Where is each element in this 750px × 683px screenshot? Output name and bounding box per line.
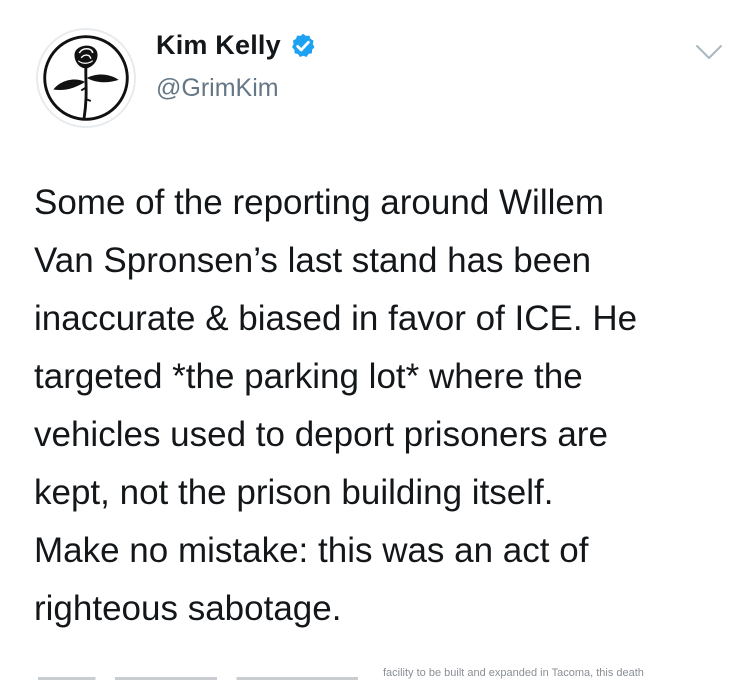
tweet-text-line: inaccurate & biased in favor of ICE. He xyxy=(34,299,638,338)
link-card-preview[interactable]: facility to be built and expanded in Tac… xyxy=(0,666,750,683)
tweet-text-line: vehicles used to deport prisoners are xyxy=(34,415,608,454)
card-preview-image xyxy=(38,677,358,680)
avatar[interactable] xyxy=(36,28,136,128)
tweet-text-line: Some of the reporting around Willem xyxy=(34,183,604,222)
card-preview-caption: facility to be built and expanded in Tac… xyxy=(383,667,644,679)
rose-icon xyxy=(43,35,129,121)
tweet-text-line: kept, not the prison building itself. xyxy=(34,473,554,512)
tweet-text-line: Van Spronsen’s last stand has been xyxy=(34,241,592,280)
tweet-text-line: targeted *the parking lot* where the xyxy=(34,357,583,396)
tweet-text-line: righteous sabotage. xyxy=(34,589,342,628)
tweet: Kim Kelly @GrimKim Some of the reporting… xyxy=(0,0,750,683)
name-row: Kim Kelly xyxy=(156,30,317,61)
user-handle[interactable]: @GrimKim xyxy=(156,74,279,103)
tweet-text: Some of the reporting around Willem Van … xyxy=(34,174,734,638)
display-name[interactable]: Kim Kelly xyxy=(156,30,281,61)
chevron-down-icon[interactable] xyxy=(693,40,725,64)
tweet-text-line: Make no mistake: this was an act of xyxy=(34,531,589,570)
verified-badge-icon xyxy=(289,32,317,60)
